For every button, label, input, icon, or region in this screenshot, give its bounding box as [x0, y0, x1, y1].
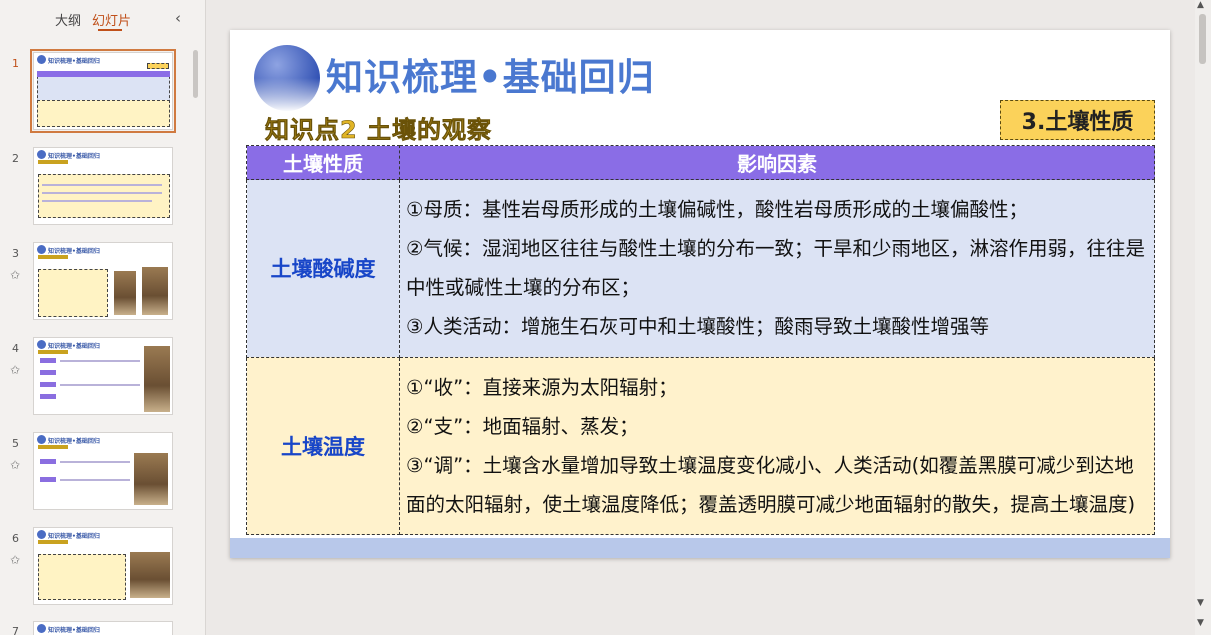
thumbnail-number: 1 [12, 57, 19, 70]
slide-footer-bar [230, 538, 1170, 558]
slide-thumbnail-7[interactable]: 知识梳理•基础回归 [33, 621, 173, 635]
thumbnail-number: 4 [12, 342, 19, 355]
factor-line: ①“收”：直接来源为太阳辐射； [406, 375, 678, 399]
thumbnail-title: 知识梳理•基础回归 [48, 153, 100, 160]
thumbnail-number: 3 [12, 247, 19, 260]
thumbnail-text-line [42, 192, 162, 194]
thumbnail-subtitle [38, 540, 68, 544]
tab-slides[interactable]: 幻灯片 [92, 10, 131, 29]
thumbnail-tag [40, 394, 56, 399]
property-cell: 土壤温度 [246, 356, 400, 535]
thumbnail-title: 知识梳理•基础回归 [48, 533, 100, 540]
star-icon[interactable]: ✩ [10, 268, 20, 282]
slide-thumbnail-6[interactable]: 知识梳理•基础回归 [33, 527, 173, 605]
slide-thumbnail-5[interactable]: 知识梳理•基础回归 [33, 432, 173, 510]
vertical-scrollbar[interactable]: ▲ ▼ ▼ [1195, 0, 1211, 635]
thumbnail-soil-image [144, 346, 170, 412]
table-header-row: 土壤性质 影响因素 [246, 145, 1155, 180]
scroll-up-icon[interactable]: ▲ [1197, 0, 1204, 10]
thumbnail-text-line [60, 461, 130, 463]
thumbnail-tag [40, 358, 56, 363]
thumbnail-scrollbar[interactable] [193, 50, 198, 98]
soil-properties-table: 土壤性质 影响因素 土壤酸碱度 ①母质：基性岩母质形成的土壤偏碱性，酸性岩母质形… [246, 145, 1155, 535]
thumbnail-tag [40, 370, 56, 375]
thumbnail-logo [37, 624, 46, 633]
thumbnail-soil-image [134, 453, 168, 505]
factor-line: ②气候：湿润地区往往与酸性土壤的分布一致；干旱和少雨地区，淋溶作用弱，往往是中性… [406, 237, 1145, 300]
section-badge: 3.土壤性质 [1000, 100, 1155, 140]
collapse-panel-icon[interactable]: ‹ [175, 9, 181, 27]
panel-tabs: 大纲 幻灯片 ‹ [0, 0, 206, 34]
factors-cell: ①母质：基性岩母质形成的土壤偏碱性，酸性岩母质形成的土壤偏酸性； ②气候：湿润地… [399, 179, 1155, 358]
thumbnail-title: 知识梳理•基础回归 [48, 248, 100, 255]
slide-thumbnail-4[interactable]: 知识梳理•基础回归 [33, 337, 173, 415]
thumbnail-logo [37, 435, 46, 444]
thumbnail-title: 知识梳理•基础回归 [48, 343, 100, 350]
thumbnail-number: 7 [12, 625, 19, 635]
thumbnail-title: 知识梳理•基础回归 [48, 438, 100, 445]
factor-line: ③人类活动：增施生石灰可中和土壤酸性；酸雨导致土壤酸性增强等 [406, 315, 989, 339]
thumbnail-table-row [37, 100, 170, 127]
factor-line: ①母质：基性岩母质形成的土壤偏碱性，酸性岩母质形成的土壤偏酸性； [406, 198, 1028, 222]
slide-title: 知识梳理•基础回归 [326, 56, 655, 99]
thumbnail-tag [40, 477, 56, 482]
thumbnail-logo [37, 245, 46, 254]
thumbnail-number: 5 [12, 437, 19, 450]
thumbnail-logo [37, 150, 46, 159]
star-icon[interactable]: ✩ [10, 458, 20, 472]
thumbnail-logo [37, 340, 46, 349]
thumbnail-text-line [42, 184, 162, 186]
slide-thumbnail-panel: 大纲 幻灯片 ‹ 1 知识梳理•基础回归 2 知识梳理•基础回归 3 ✩ 知识梳… [0, 0, 206, 635]
thumbnail-subtitle [38, 350, 68, 354]
thumbnail-subtitle [38, 160, 68, 164]
thumbnail-soil-image [130, 552, 170, 598]
factor-line: ③“调”：土壤含水量增加导致土壤温度变化减小、人类活动(如覆盖黑膜可减少到达地面… [406, 453, 1136, 516]
thumbnail-tag [40, 382, 56, 387]
slide-thumbnail-2[interactable]: 知识梳理•基础回归 [33, 147, 173, 225]
thumbnail-textbox [38, 554, 126, 600]
thumbnail-text-line [42, 200, 152, 202]
thumbnail-text-line [60, 479, 130, 481]
thumbnail-number: 2 [12, 152, 19, 165]
table-row: 土壤酸碱度 ①母质：基性岩母质形成的土壤偏碱性，酸性岩母质形成的土壤偏酸性； ②… [246, 179, 1155, 358]
thumbnail-soil-image [142, 267, 168, 315]
thumbnail-logo [37, 530, 46, 539]
slide-subtitle: 知识点2 土壤的观察 [265, 116, 493, 145]
factor-line: ②“支”：地面辐射、蒸发； [406, 414, 639, 438]
thumbnail-text-line [60, 384, 140, 386]
column-header-property: 土壤性质 [246, 145, 400, 180]
thumbnail-subtitle [38, 255, 68, 259]
column-header-factors: 影响因素 [399, 145, 1155, 180]
slide-edit-area: 知识梳理•基础回归 知识点2 土壤的观察 3.土壤性质 土壤性质 影响因素 土壤… [207, 0, 1211, 635]
tab-outline[interactable]: 大纲 [55, 10, 81, 29]
scroll-down-icon[interactable]: ▼ [1197, 598, 1204, 608]
property-cell: 土壤酸碱度 [246, 179, 400, 358]
current-slide[interactable]: 知识梳理•基础回归 知识点2 土壤的观察 3.土壤性质 土壤性质 影响因素 土壤… [230, 30, 1170, 558]
table-row: 土壤温度 ①“收”：直接来源为太阳辐射； ②“支”：地面辐射、蒸发； ③“调”：… [246, 356, 1155, 535]
thumbnail-logo [37, 55, 46, 64]
thumbnail-text-line [60, 360, 140, 362]
thumbnail-badge [147, 63, 169, 69]
scrollbar-thumb[interactable] [1199, 14, 1206, 64]
factors-cell: ①“收”：直接来源为太阳辐射； ②“支”：地面辐射、蒸发； ③“调”：土壤含水量… [399, 356, 1155, 535]
star-icon[interactable]: ✩ [10, 553, 20, 567]
thumbnail-number: 6 [12, 532, 19, 545]
star-icon[interactable]: ✩ [10, 363, 20, 377]
scroll-down-icon[interactable]: ▼ [1197, 618, 1204, 628]
thumbnail-subtitle [38, 445, 68, 449]
thumbnail-textbox [38, 174, 170, 218]
thumbnail-tag [40, 459, 56, 464]
slide-thumbnail-3[interactable]: 知识梳理•基础回归 [33, 242, 173, 320]
thumbnail-table-header [37, 71, 170, 77]
slide-thumbnail-1[interactable]: 知识梳理•基础回归 [30, 49, 176, 133]
thumbnail-title: 知识梳理•基础回归 [48, 58, 100, 65]
thumbnail-soil-image [114, 271, 136, 315]
thumbnail-title: 知识梳理•基础回归 [48, 627, 100, 634]
active-tab-indicator [98, 29, 122, 31]
thumbnail-textbox [38, 269, 108, 317]
